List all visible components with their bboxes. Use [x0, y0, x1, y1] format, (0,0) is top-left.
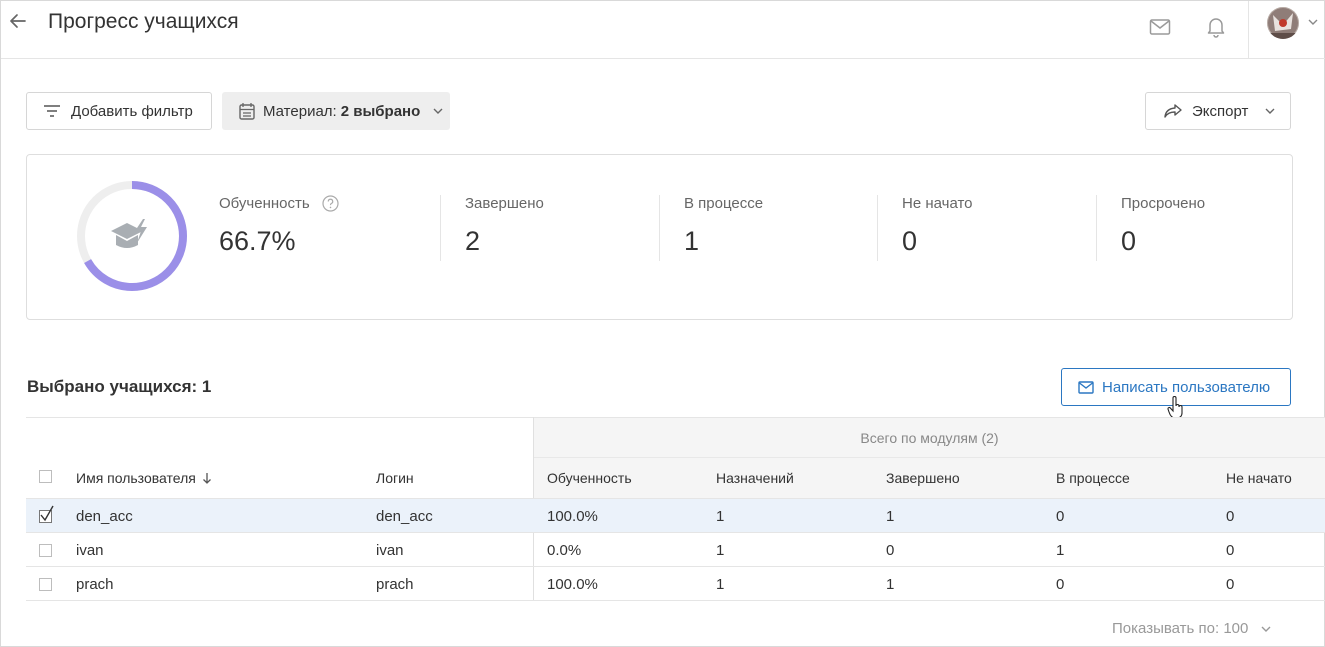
- page-title: Прогресс учащихся: [48, 10, 239, 33]
- summary-card: Обученность 66.7% Завершено 2 В процессе…: [26, 154, 1293, 320]
- row-checkbox[interactable]: [39, 505, 54, 523]
- column-header-assigned[interactable]: Назначений: [716, 470, 794, 486]
- row-checkbox[interactable]: [39, 578, 52, 591]
- avatar[interactable]: [1267, 7, 1299, 39]
- cell-in-progress: 0: [1056, 508, 1065, 525]
- add-filter-label: Добавить фильтр: [71, 102, 193, 120]
- mail-icon: [1078, 380, 1094, 394]
- stat-value: 1: [684, 226, 700, 256]
- column-header-not-started[interactable]: Не начато: [1226, 470, 1292, 486]
- progress-ring: [77, 181, 187, 291]
- cell-in-progress: 1: [1056, 542, 1065, 559]
- cell-progress: 0.0%: [547, 542, 582, 559]
- select-all-checkbox[interactable]: [39, 470, 52, 483]
- mail-icon[interactable]: [1149, 18, 1171, 36]
- cell-not-started: 0: [1226, 508, 1235, 525]
- students-table: Всего по модулям (2) Имя пользователя Ло…: [26, 417, 1325, 601]
- cell-assigned: 1: [716, 542, 725, 559]
- cell-login: prach: [376, 576, 414, 593]
- checkmark-icon: [40, 505, 54, 522]
- chevron-down-icon: [1261, 626, 1271, 632]
- graduation-cap-icon: [111, 219, 147, 248]
- group-header: Всего по модулям (2): [533, 417, 1325, 458]
- chevron-down-icon: [433, 108, 443, 114]
- top-header: Прогресс учащихся: [1, 1, 1325, 59]
- filter-icon: [44, 105, 60, 117]
- share-icon: [1164, 104, 1182, 118]
- export-label: Экспорт: [1192, 102, 1249, 120]
- table-row[interactable]: ivan ivan 0.0% 1 0 1 0: [26, 532, 1325, 566]
- material-label: Материал:: [263, 102, 337, 120]
- stat-progress: Обученность 66.7%: [219, 195, 339, 257]
- cell-completed: 1: [886, 508, 895, 525]
- column-header-in-progress[interactable]: В процессе: [1056, 470, 1130, 486]
- column-header-completed[interactable]: Завершено: [886, 470, 960, 486]
- stat-value: 2: [465, 226, 481, 256]
- cell-assigned: 1: [716, 508, 725, 525]
- cell-progress: 100.0%: [547, 508, 598, 525]
- stat-divider: [440, 195, 441, 261]
- cell-completed: 1: [886, 576, 895, 593]
- app-window: Прогресс учащихся Добавить фильтр Матери…: [0, 0, 1325, 647]
- write-user-label: Написать пользователю: [1102, 378, 1271, 396]
- export-button[interactable]: Экспорт: [1145, 92, 1291, 130]
- stat-value: 66.7%: [219, 226, 296, 256]
- cell-login: ivan: [376, 542, 404, 559]
- chevron-down-icon: [1265, 108, 1275, 114]
- stat-overdue: Просрочено 0: [1121, 195, 1205, 257]
- stat-divider: [659, 195, 660, 261]
- stat-label: Обученность: [219, 195, 310, 212]
- column-header-name[interactable]: Имя пользователя: [76, 470, 212, 486]
- row-checkbox[interactable]: [39, 544, 52, 557]
- help-icon[interactable]: [322, 195, 339, 212]
- stat-value: 0: [1121, 226, 1137, 256]
- stat-label: Не начато: [902, 195, 973, 212]
- cell-assigned: 1: [716, 576, 725, 593]
- material-value: 2 выбрано: [340, 102, 421, 120]
- cell-login: den_acc: [376, 508, 433, 525]
- material-select[interactable]: Материал: 2 выбрано: [222, 92, 450, 130]
- add-filter-button[interactable]: Добавить фильтр: [26, 92, 212, 130]
- stat-label: Завершено: [465, 195, 544, 212]
- page-size-select[interactable]: Показывать по: 100: [1112, 620, 1272, 637]
- selected-count: Выбрано учащихся: 1: [27, 377, 212, 396]
- column-header-login[interactable]: Логин: [376, 470, 414, 486]
- table-row[interactable]: prach prach 100.0% 1 1 0 0: [26, 566, 1325, 600]
- stat-divider: [1096, 195, 1097, 261]
- stat-divider: [877, 195, 878, 261]
- cell-not-started: 0: [1226, 542, 1235, 559]
- arrow-down-icon: [202, 473, 211, 484]
- cell-name: prach: [76, 576, 114, 593]
- header-divider: [1248, 1, 1249, 59]
- stat-label: В процессе: [684, 195, 764, 212]
- cell-name: den_acc: [76, 508, 133, 525]
- arrow-left-icon[interactable]: [7, 10, 29, 32]
- bell-icon[interactable]: [1206, 16, 1226, 38]
- page-size-label: Показывать по: 100: [1112, 620, 1249, 637]
- cell-progress: 100.0%: [547, 576, 598, 593]
- column-header-progress[interactable]: Обученность: [547, 470, 632, 486]
- chevron-down-icon[interactable]: [1307, 17, 1319, 27]
- cell-completed: 0: [886, 542, 895, 559]
- stat-in-progress: В процессе 1: [684, 195, 763, 257]
- table-row[interactable]: den_acc den_acc 100.0% 1 1 0 0: [26, 498, 1325, 532]
- cell-name: ivan: [76, 542, 104, 559]
- stat-value: 0: [902, 226, 918, 256]
- group-header-label: Всего по модулям (2): [860, 430, 999, 446]
- calendar-icon: [239, 103, 255, 120]
- cell-not-started: 0: [1226, 576, 1235, 593]
- stat-completed: Завершено 2: [465, 195, 544, 257]
- stat-label: Просрочено: [1121, 195, 1206, 212]
- stat-not-started: Не начато 0: [902, 195, 973, 257]
- table-bottom-border: [26, 600, 1325, 601]
- cell-in-progress: 0: [1056, 576, 1065, 593]
